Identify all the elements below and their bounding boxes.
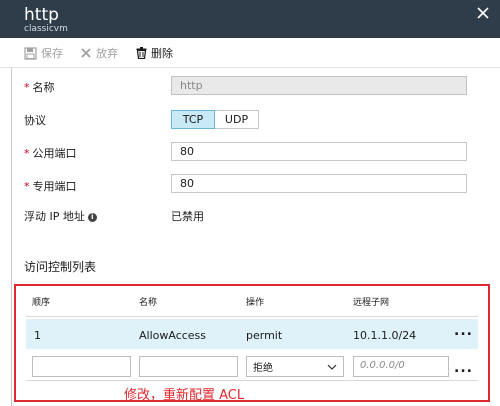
annotation-text: 修改，重新配置 ACL [124,388,245,403]
required-marker: * [24,180,30,193]
chevron-down-icon [327,364,337,370]
discard-label: 放弃 [96,47,118,60]
save-button[interactable]: 保存 [24,45,63,61]
header-divider [26,316,478,317]
blade-subtitle: classicvm [24,24,68,34]
blade-title: http [24,5,59,25]
new-remote-subnet-input[interactable]: 0.0.0.0/0 [353,356,449,377]
row-name: AllowAccess [139,329,207,342]
row-remote-subnet: 10.1.1.0/24 [353,329,417,342]
required-marker: * [24,81,30,94]
discard-button[interactable]: 放弃 [80,45,118,61]
save-label: 保存 [41,47,63,60]
close-icon[interactable] [476,6,490,20]
required-marker: * [24,147,30,160]
discard-icon [81,48,91,58]
protocol-udp-button[interactable]: UDP [215,110,259,129]
name-field[interactable]: http [171,76,467,95]
acl-section-title: 访问控制列表 [24,260,97,274]
table-row[interactable]: 1 AllowAccess permit 10.1.1.0/24 ... [26,319,478,349]
new-name-input[interactable] [139,356,238,377]
new-row-more-button[interactable]: ... [454,360,473,376]
blade-content: * 名称 http 协议 TCP UDP * 公用端口 80 * 专用端口 80 浮动… [0,68,500,406]
protocol-toggle: TCP UDP [171,110,259,129]
acl-table: 顺序 名称 操作 远程子网 1 AllowAccess permit 10.1.… [14,284,490,403]
row-action: permit [246,329,283,342]
column-header-name: 名称 [139,298,158,308]
name-label: * 名称 [24,81,55,94]
new-order-input[interactable] [32,356,131,377]
private-port-label: * 专用端口 [24,180,77,193]
trash-icon [136,47,147,59]
command-bar: 保存 放弃 删除 [0,38,500,68]
delete-label: 删除 [151,47,173,60]
save-icon [24,46,37,60]
blade-header: http classicvm [0,0,500,38]
row-more-button[interactable]: ... [454,323,473,339]
public-port-label: * 公用端口 [24,147,77,160]
public-port-field[interactable]: 80 [171,142,467,161]
protocol-tcp-button[interactable]: TCP [171,110,215,129]
left-divider [11,68,12,406]
column-header-order: 顺序 [32,298,51,308]
delete-button[interactable]: 删除 [136,45,173,61]
info-icon[interactable]: i [87,213,97,222]
new-action-value: 拒绝 [253,363,273,374]
column-header-action: 操作 [246,298,265,308]
column-header-remote-subnet: 远程子网 [353,298,390,308]
row-order: 1 [34,329,41,342]
row-divider [26,380,478,381]
floating-ip-value: 已禁用 [171,210,204,223]
private-port-field[interactable]: 80 [171,174,467,193]
protocol-label: 协议 [24,114,46,127]
floating-ip-label: 浮动 IP 地址 i [24,208,97,224]
new-action-select[interactable]: 拒绝 [246,356,344,377]
